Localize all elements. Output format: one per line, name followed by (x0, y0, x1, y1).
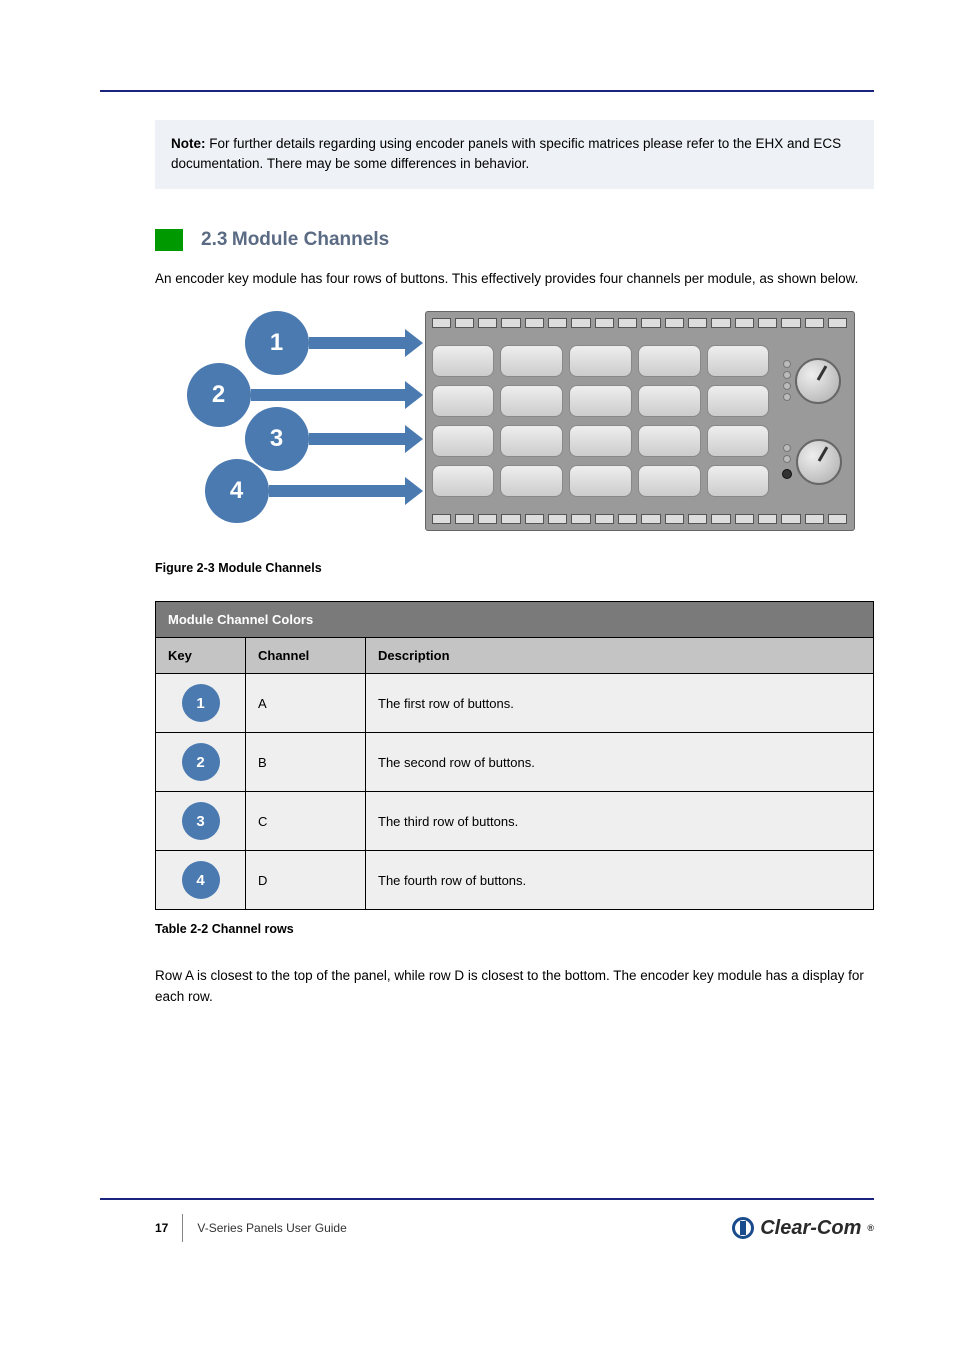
button-row-b (432, 385, 770, 417)
row-channel: B (246, 733, 366, 792)
panel-button (707, 425, 770, 457)
panel-button (432, 345, 495, 377)
row-key-bubble: 2 (182, 743, 220, 781)
callout-bubble-3: 3 (245, 407, 309, 471)
figure-caption: Figure 2-3 Module Channels (155, 561, 874, 575)
callout-bubble-2: 2 (187, 363, 251, 427)
panel-button (500, 385, 563, 417)
intro-text: An encoder key module has four rows of b… (155, 269, 874, 290)
panel-button (569, 425, 632, 457)
table-row: 1 A The first row of buttons. (156, 674, 874, 733)
led-stack (783, 360, 791, 401)
footer-divider-icon (182, 1214, 183, 1242)
row-key-bubble: 4 (182, 861, 220, 899)
table-header-key: Key (156, 638, 246, 674)
top-rule (100, 90, 874, 92)
outro-text: Row A is closest to the top of the panel… (155, 966, 874, 1008)
section-number: 2.3 (201, 229, 227, 250)
panel-button (569, 465, 632, 497)
doc-title: V-Series Panels User Guide (197, 1221, 346, 1235)
panel-button (500, 425, 563, 457)
button-row-d (432, 465, 770, 497)
row-key-bubble: 1 (182, 684, 220, 722)
footer-rule (100, 1198, 874, 1200)
knob-icon (796, 439, 842, 485)
panel-button (638, 385, 701, 417)
table-row: 2 B The second row of buttons. (156, 733, 874, 792)
section-marker-icon (155, 229, 183, 251)
page-number: 17 (155, 1221, 168, 1235)
row-channel: A (246, 674, 366, 733)
table-header-description: Description (366, 638, 874, 674)
row-description: The fourth row of buttons. (366, 851, 874, 910)
callout-bubble-1: 1 (245, 311, 309, 375)
panel-button (432, 425, 495, 457)
row-description: The first row of buttons. (366, 674, 874, 733)
encoder-panel-illustration (425, 311, 855, 531)
panel-button (707, 385, 770, 417)
panel-button (638, 465, 701, 497)
note-box: Note: For further details regarding usin… (155, 120, 874, 189)
table-row: 4 D The fourth row of buttons. (156, 851, 874, 910)
callout-bubble-4: 4 (205, 459, 269, 523)
row-description: The third row of buttons. (366, 792, 874, 851)
button-row-a (432, 345, 770, 377)
arrow-icon (309, 337, 409, 349)
panel-button (707, 465, 770, 497)
panel-button (707, 345, 770, 377)
panel-button (500, 465, 563, 497)
dot-icon (782, 469, 792, 479)
arrow-icon (309, 433, 409, 445)
section-title: Module Channels (232, 229, 389, 250)
led-strip-bottom (432, 512, 848, 526)
table-title: Module Channel Colors (156, 602, 874, 638)
figure-module-channels: 1 2 3 4 (155, 311, 874, 531)
row-channel: D (246, 851, 366, 910)
logo-icon (732, 1217, 754, 1239)
table-header-channel: Channel (246, 638, 366, 674)
row-key-bubble: 3 (182, 802, 220, 840)
panel-button (432, 465, 495, 497)
panel-button (569, 385, 632, 417)
note-text: For further details regarding using enco… (171, 136, 841, 171)
footer: 17 V-Series Panels User Guide Clear-Com ® (155, 1214, 874, 1242)
note-label: Note: (171, 136, 206, 151)
brand-logo: Clear-Com ® (732, 1217, 874, 1240)
section-heading: 2.3 Module Channels (155, 229, 874, 251)
led-stack (783, 444, 791, 463)
knob-icon (795, 358, 841, 404)
table-caption: Table 2-2 Channel rows (155, 922, 874, 936)
registered-icon: ® (867, 1223, 874, 1233)
arrow-icon (269, 485, 409, 497)
channels-table: Module Channel Colors Key Channel Descri… (155, 601, 874, 910)
led-strip-top (432, 316, 848, 330)
panel-button (638, 425, 701, 457)
panel-button (569, 345, 632, 377)
brand-name: Clear-Com (760, 1217, 861, 1240)
table-row: 3 C The third row of buttons. (156, 792, 874, 851)
arrow-icon (251, 389, 409, 401)
panel-button (432, 385, 495, 417)
panel-button (500, 345, 563, 377)
row-description: The second row of buttons. (366, 733, 874, 792)
row-channel: C (246, 792, 366, 851)
panel-button (638, 345, 701, 377)
button-row-c (432, 425, 770, 457)
